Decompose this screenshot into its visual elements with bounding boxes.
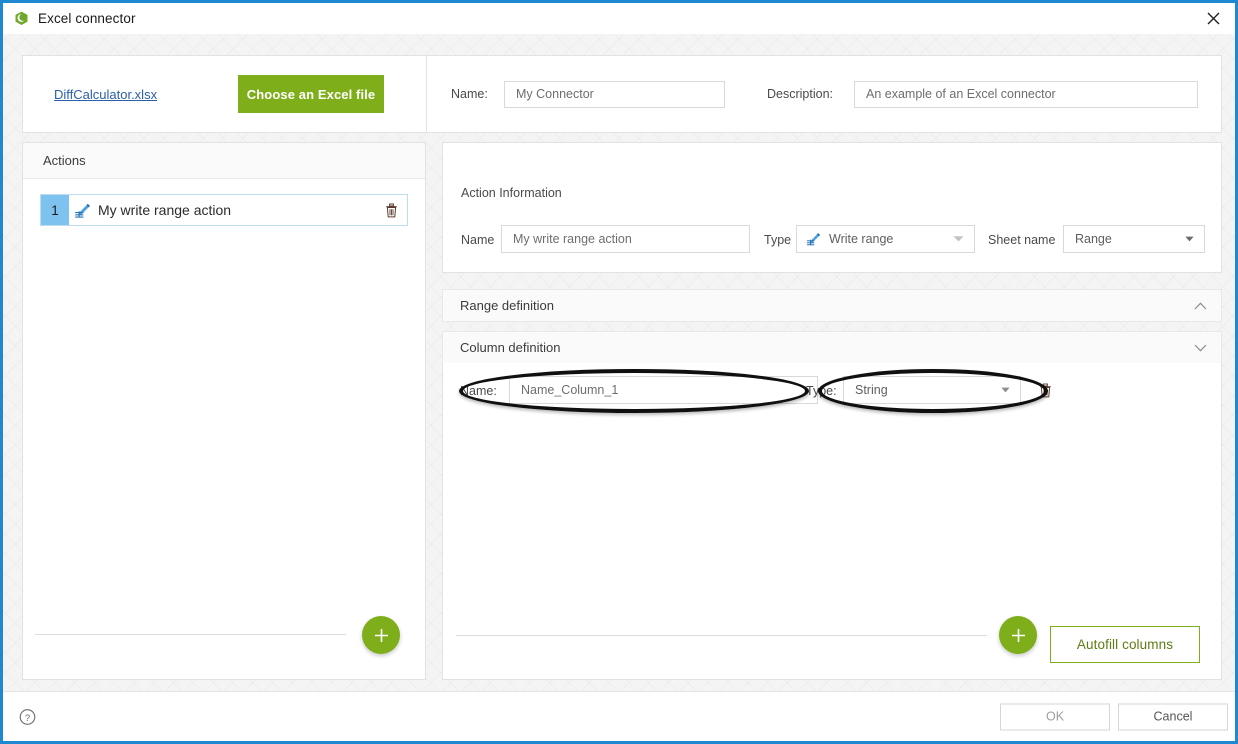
ok-button[interactable]: OK (1000, 703, 1110, 730)
trash-icon (385, 203, 398, 218)
plus-icon (1010, 627, 1027, 644)
column-type-value: String (855, 383, 888, 397)
column-footer-divider (456, 635, 987, 636)
actions-panel-title: Actions (43, 153, 86, 168)
action-type-value: Write range (829, 232, 893, 246)
choose-excel-file-button[interactable]: Choose an Excel file (238, 75, 384, 113)
add-action-button[interactable] (362, 616, 400, 654)
column-definition-row: Name: Type: String (443, 363, 1221, 421)
sheet-name-field-label: Sheet name (988, 233, 1055, 247)
action-name-input[interactable] (501, 225, 750, 253)
action-name-field-label: Name (461, 233, 494, 247)
delete-column-button[interactable] (1035, 380, 1055, 400)
action-information-panel: Action Information Name Type Write range (442, 142, 1222, 273)
column-name-label: Name: (460, 384, 497, 398)
column-definition-body: Name: Type: String (442, 363, 1222, 680)
file-section: DiffCalculator.xlsx Choose an Excel file (23, 56, 427, 132)
close-button[interactable] (1191, 3, 1235, 34)
delete-action-button[interactable] (375, 195, 407, 225)
help-icon[interactable]: ? (19, 708, 36, 725)
column-definition-title: Column definition (460, 340, 560, 355)
add-column-button[interactable] (999, 616, 1037, 654)
svg-text:?: ? (25, 712, 30, 723)
action-index-badge: 1 (41, 195, 69, 225)
connector-name-input[interactable] (504, 81, 725, 108)
sheet-name-value: Range (1075, 232, 1112, 246)
actions-list: 1 My write range action (23, 179, 425, 226)
excel-connector-icon (14, 11, 29, 26)
range-definition-title: Range definition (460, 298, 554, 313)
autofill-columns-button[interactable]: Autofill columns (1050, 626, 1200, 663)
cancel-button[interactable]: Cancel (1118, 703, 1228, 730)
connector-name-label: Name: (451, 87, 488, 101)
connector-description-label: Description: (767, 87, 833, 101)
connector-metadata-section: Name: Description: (427, 56, 1221, 132)
plus-icon (373, 627, 390, 644)
column-name-input[interactable] (509, 376, 818, 404)
write-range-icon (69, 195, 96, 225)
action-information-title: Action Information (461, 186, 562, 200)
chevron-up-icon (1194, 302, 1207, 310)
action-name-label: My write range action (96, 195, 375, 225)
list-item[interactable]: 1 My write range action (40, 194, 408, 226)
close-icon (1207, 12, 1220, 25)
chevron-down-icon (1185, 236, 1194, 242)
column-definition-section-header[interactable]: Column definition (442, 331, 1222, 364)
actions-panel: Actions 1 My write (22, 142, 426, 680)
chevron-down-icon (953, 236, 964, 243)
chevron-down-icon (1194, 344, 1207, 352)
excel-connector-dialog: Excel connector DiffCalculator.xlsx Choo… (0, 0, 1238, 744)
range-definition-section-header[interactable]: Range definition (442, 289, 1222, 322)
column-type-label: Type: (806, 384, 837, 398)
dialog-footer: ? OK Cancel (3, 691, 1235, 741)
action-type-select[interactable]: Write range (796, 225, 975, 253)
title-bar: Excel connector (3, 3, 1235, 34)
chevron-down-icon (1001, 387, 1010, 393)
write-range-icon (806, 232, 821, 246)
dialog-body: DiffCalculator.xlsx Choose an Excel file… (3, 34, 1235, 691)
actions-footer-divider (35, 634, 346, 635)
window-title: Excel connector (38, 11, 136, 26)
actions-panel-header: Actions (23, 143, 425, 179)
action-type-field-label: Type (764, 233, 791, 247)
file-and-metadata-panel: DiffCalculator.xlsx Choose an Excel file… (22, 55, 1222, 133)
connector-description-input[interactable] (854, 81, 1198, 108)
sheet-name-select[interactable]: Range (1063, 225, 1205, 253)
excel-file-link[interactable]: DiffCalculator.xlsx (54, 87, 157, 102)
trash-icon (1039, 383, 1052, 398)
column-type-select[interactable]: String (843, 376, 1021, 404)
